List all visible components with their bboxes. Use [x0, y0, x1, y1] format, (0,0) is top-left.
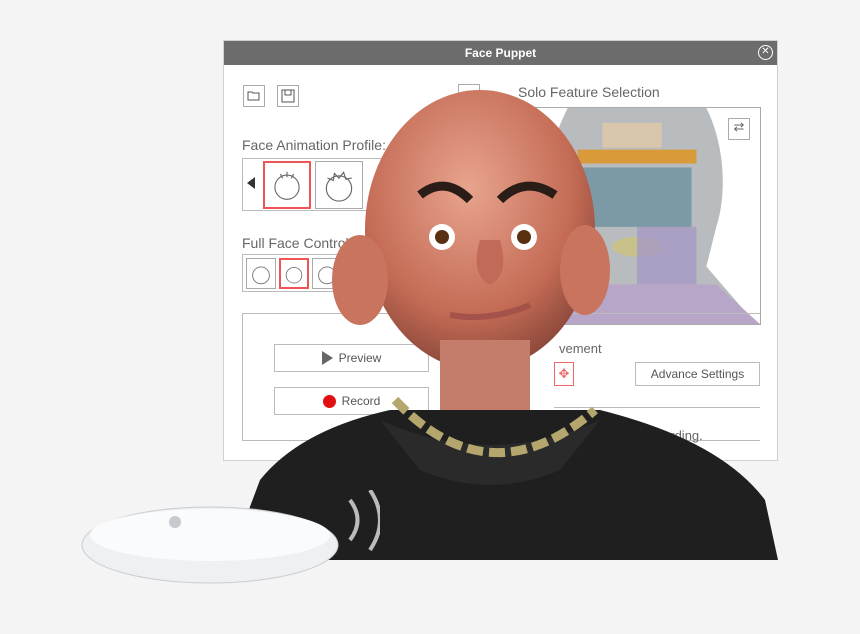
apple-logo: [169, 516, 181, 528]
mouse-illustration: [81, 490, 380, 584]
